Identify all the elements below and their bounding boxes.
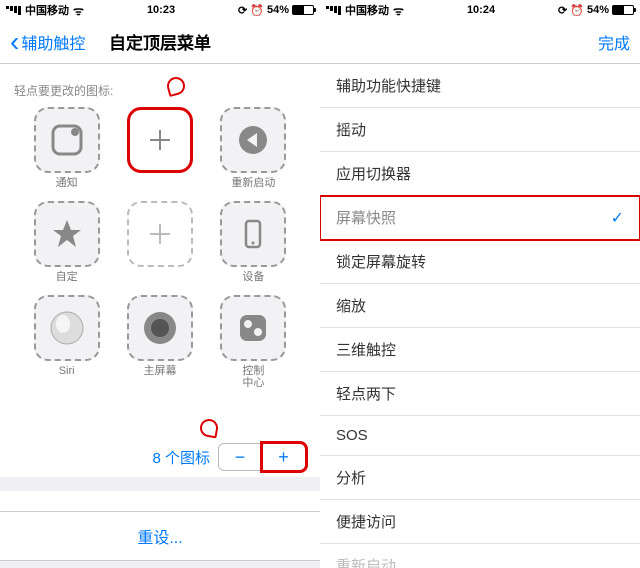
signal-icon <box>6 6 21 15</box>
wifi-icon: ᯤ <box>393 2 404 19</box>
icon-label: 自定 <box>56 271 78 285</box>
icon-label: 设备 <box>242 271 264 285</box>
battery-icon <box>612 5 634 15</box>
status-bar: 中国移动 ᯤ 10:24 ⟳ ⏰ 54% <box>320 0 640 20</box>
icon-label: 通知 <box>56 177 78 191</box>
lock-icon: ⟳ <box>238 4 247 17</box>
grid-cell-home[interactable]: 主屏幕 <box>123 295 196 389</box>
icon-label: 重新启动 <box>231 177 275 191</box>
carrier-label: 中国移动 <box>345 2 389 18</box>
icon-label: Siri <box>59 365 75 379</box>
list-item[interactable]: 缩放 <box>320 284 640 328</box>
battery-percent: 54% <box>267 4 289 16</box>
counter-label: 8 个图标 <box>152 447 210 468</box>
list-item[interactable]: 便捷访问 <box>320 500 640 544</box>
list-item[interactable]: 三维触控 <box>320 328 640 372</box>
grid-cell-custom[interactable]: 自定 <box>30 201 103 285</box>
grid-cell-siri[interactable]: Siri <box>30 295 103 389</box>
battery-icon <box>292 5 314 15</box>
grid-cell-add-1[interactable] <box>123 107 196 191</box>
signal-icon <box>326 6 341 15</box>
check-icon: ✓ <box>611 208 624 228</box>
annotation-circle-2 <box>199 418 220 439</box>
add-icon <box>127 107 193 173</box>
grid-cell-notifications[interactable]: 通知 <box>30 107 103 191</box>
list-item[interactable]: SOS <box>320 416 640 456</box>
lock-icon: ⟳ <box>558 4 567 17</box>
phone-left: 中国移动 ᯤ 10:23 ⟳ ⏰ 54% 辅助触控 自定顶层菜单 轻点要更改的图… <box>0 0 320 568</box>
list-item[interactable]: 分析 <box>320 456 640 500</box>
list-item[interactable]: 轻点两下 <box>320 372 640 416</box>
alarm-icon: ⏰ <box>250 4 264 17</box>
icon-grid: 通知 重新启动 自定 设备 Siri 主屏幕 <box>0 107 320 389</box>
battery-percent: 54% <box>587 4 609 16</box>
reset-button[interactable]: 重设... <box>0 511 320 561</box>
counter-row: 8 个图标 − + <box>0 437 320 477</box>
grid-cell-add-2[interactable] <box>123 201 196 285</box>
add-icon <box>127 201 193 267</box>
clock: 10:23 <box>147 4 175 16</box>
increment-button[interactable]: + <box>262 443 306 471</box>
list-item[interactable]: 应用切换器 <box>320 152 640 196</box>
nav-bar: 辅助触控 自定顶层菜单 <box>0 20 320 64</box>
list-item-disabled: 重新启动 <box>320 544 640 568</box>
decrement-button[interactable]: − <box>218 443 262 471</box>
hint-label: 轻点要更改的图标: <box>0 64 127 107</box>
carrier-label: 中国移动 <box>25 2 69 18</box>
phone-right: 中国移动 ᯤ 10:24 ⟳ ⏰ 54% 完成 辅助功能快捷键 摇动 应用切换器… <box>320 0 640 568</box>
list-item-selected[interactable]: 屏幕快照✓ <box>320 196 640 240</box>
clock: 10:24 <box>467 4 495 16</box>
list-item[interactable]: 摇动 <box>320 108 640 152</box>
grid-cell-restart[interactable]: 重新启动 <box>217 107 290 191</box>
done-button[interactable]: 完成 <box>598 30 630 54</box>
annotation-circle-1 <box>165 74 187 96</box>
alarm-icon: ⏰ <box>570 4 584 17</box>
status-bar: 中国移动 ᯤ 10:23 ⟳ ⏰ 54% <box>0 0 320 20</box>
grid-cell-control-center[interactable]: 控制 中心 <box>217 295 290 389</box>
icon-label: 主屏幕 <box>143 365 176 379</box>
wifi-icon: ᯤ <box>73 2 84 19</box>
grid-cell-device[interactable]: 设备 <box>217 201 290 285</box>
back-button[interactable]: 辅助触控 <box>10 30 85 54</box>
list-item[interactable]: 辅助功能快捷键 <box>320 64 640 108</box>
list-item[interactable]: 锁定屏幕旋转 <box>320 240 640 284</box>
nav-bar: 完成 <box>320 20 640 64</box>
icon-label: 控制 中心 <box>242 365 264 389</box>
action-list: 辅助功能快捷键 摇动 应用切换器 屏幕快照✓ 锁定屏幕旋转 缩放 三维触控 轻点… <box>320 64 640 568</box>
